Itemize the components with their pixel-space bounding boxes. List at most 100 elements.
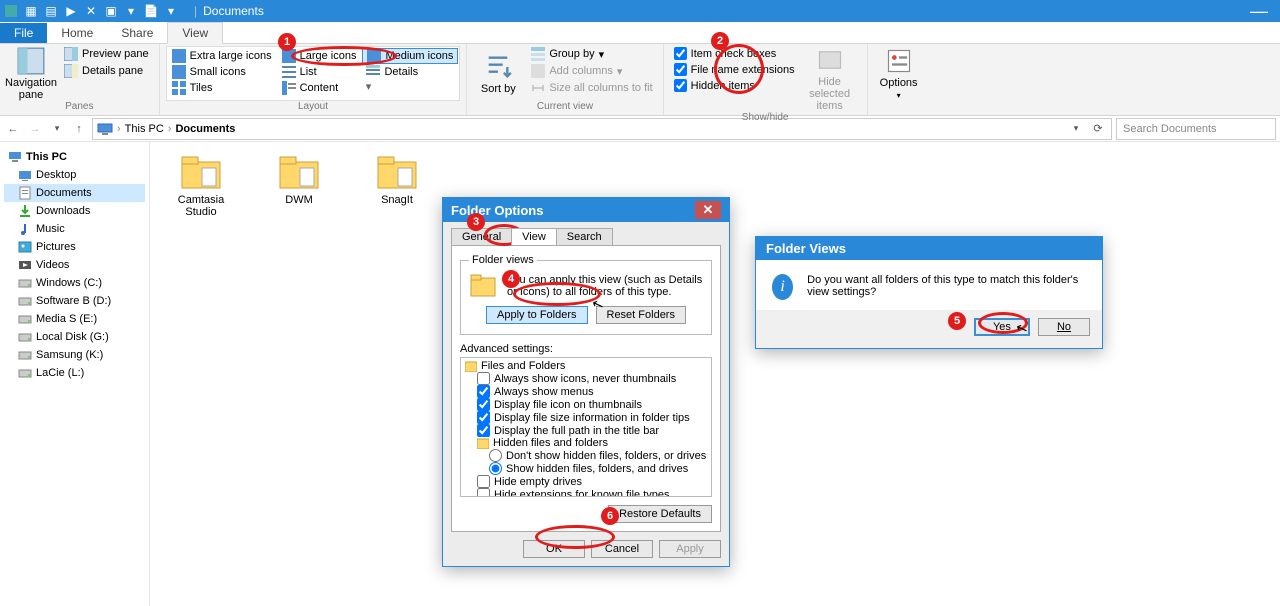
folder-options-tab-general[interactable]: General [451, 228, 512, 245]
layout-gallery[interactable]: Extra large icons Large icons Medium ico… [166, 46, 461, 101]
add-columns-label: Add columns [549, 65, 613, 77]
window-minimize[interactable]: — [1250, 1, 1276, 22]
nav-up-button[interactable]: ↑ [70, 120, 88, 138]
tab-share[interactable]: Share [107, 23, 167, 43]
tree-item-downloads[interactable]: Downloads [4, 202, 145, 220]
hidden-items-toggle[interactable]: Hidden items [670, 78, 799, 93]
cancel-button[interactable]: Cancel [591, 540, 653, 558]
adv-don-t-show-hidden-files-folder[interactable]: Don't show hidden files, folders, or dri… [465, 449, 707, 462]
file-extensions-toggle[interactable]: File name extensions [670, 62, 799, 77]
details-pane-button[interactable]: Details pane [60, 63, 153, 79]
group-by-label: Group by [549, 48, 594, 60]
adv-always-show-menus[interactable]: Always show menus [465, 385, 707, 398]
crumb-this-pc[interactable]: This PC [125, 123, 164, 135]
folder-options-dialog: Folder Options ✕ General View Search Fol… [442, 197, 730, 567]
confirm-no-button[interactable]: No [1038, 318, 1090, 336]
path-dd[interactable]: ▾ [1067, 120, 1085, 138]
folder-options-close[interactable]: ✕ [695, 201, 721, 219]
qat-apps-icon[interactable]: ▦ [24, 4, 38, 18]
tab-view[interactable]: View [167, 22, 223, 44]
reset-folders-button[interactable]: Reset Folders [596, 306, 686, 324]
advanced-settings-list[interactable]: Files and Folders Always show icons, nev… [460, 357, 712, 497]
navigation-pane-button[interactable]: Navigation pane [6, 46, 56, 101]
layout-lg-label: Large icons [300, 50, 357, 62]
tree-item-videos[interactable]: Videos [4, 256, 145, 274]
tree-item-pictures[interactable]: Pictures [4, 238, 145, 256]
adv-display-file-icon-on-thumbnail[interactable]: Display file icon on thumbnails [465, 398, 707, 411]
adv-show-hidden-files-folders-and-[interactable]: Show hidden files, folders, and drives [465, 462, 707, 475]
restore-defaults-button[interactable]: Restore Defaults [608, 505, 712, 523]
folder-snagit[interactable]: SnagIt [362, 154, 432, 218]
adv-hidden-files-and-folders[interactable]: Hidden files and folders [465, 437, 707, 449]
folder-views-confirm-dialog: Folder Views i Do you want all folders o… [755, 236, 1103, 349]
ok-button[interactable]: OK [523, 540, 585, 558]
apply-button: Apply [659, 540, 721, 558]
sort-by-label: Sort by [481, 83, 516, 95]
apply-to-folders-button[interactable]: Apply to Folders [486, 306, 587, 324]
folder-options-tab-view[interactable]: View [511, 228, 557, 245]
layout-large-icons[interactable]: Large icons [278, 48, 361, 64]
tab-home[interactable]: Home [47, 23, 107, 43]
ext-label: File name extensions [691, 64, 795, 76]
nav-back-button[interactable]: ← [4, 120, 22, 138]
tree-item-desktop[interactable]: Desktop [4, 166, 145, 184]
adv-display-file-size-information-[interactable]: Display file size information in folder … [465, 411, 707, 424]
folder-camtasia-studio[interactable]: Camtasia Studio [166, 154, 236, 218]
confirm-text: Do you want all folders of this type to … [807, 274, 1086, 298]
tab-file[interactable]: File [0, 23, 47, 43]
qat-close-icon[interactable]: ✕ [84, 4, 98, 18]
sort-by-button[interactable]: Sort by [473, 46, 523, 101]
ribbon: Navigation pane Preview pane Details pan… [0, 44, 1280, 116]
size-columns-label: Size all columns to fit [549, 82, 652, 94]
adv-hide-extensions-for-known-file[interactable]: Hide extensions for known file types [465, 488, 707, 497]
confirm-title: Folder Views [756, 237, 1102, 260]
group-by-button[interactable]: Group by ▾ [527, 46, 656, 62]
crumb-documents[interactable]: Documents [175, 123, 235, 135]
breadcrumb[interactable]: › This PC › Documents ▾ ⟳ [92, 118, 1112, 140]
tree-item-music[interactable]: Music [4, 220, 145, 238]
tree-item-media-s-e-[interactable]: Media S (E:) [4, 310, 145, 328]
adv-display-the-full-path-in-the-t[interactable]: Display the full path in the title bar [465, 424, 707, 437]
layout-extra-large-icons[interactable]: Extra large icons [168, 48, 276, 64]
folder-options-tab-search[interactable]: Search [556, 228, 613, 245]
layout-list[interactable]: List [278, 64, 361, 80]
refresh-button[interactable]: ⟳ [1089, 120, 1107, 138]
qat-more-icon[interactable]: ▾ [124, 4, 138, 18]
qat-play-icon[interactable]: ▶ [64, 4, 78, 18]
nav-recent-dd[interactable]: ▾ [48, 120, 66, 138]
layout-medium-icons[interactable]: Medium icons [362, 48, 458, 64]
tree-item-windows-c-[interactable]: Windows (C:) [4, 274, 145, 292]
nav-tree[interactable]: This PC DesktopDocumentsDownloadsMusicPi… [0, 142, 150, 606]
layout-xl-label: Extra large icons [190, 50, 272, 62]
item-check-boxes-toggle[interactable]: Item check boxes [670, 46, 799, 61]
qat-new-icon[interactable]: 📄 [144, 4, 158, 18]
qat-props-icon[interactable]: ▤ [44, 4, 58, 18]
options-button[interactable]: Options ▾ [874, 46, 924, 101]
search-placeholder: Search Documents [1123, 123, 1217, 135]
folder-options-title: Folder Options [451, 203, 543, 218]
nav-forward-button[interactable]: → [26, 120, 44, 138]
folder-views-legend: Folder views [469, 254, 537, 266]
qat-folder-icon[interactable]: ▣ [104, 4, 118, 18]
layout-content[interactable]: Content [278, 80, 361, 96]
tree-item-samsung-k-[interactable]: Samsung (K:) [4, 346, 145, 364]
search-box[interactable]: Search Documents [1116, 118, 1276, 140]
tree-item-software-b-d-[interactable]: Software B (D:) [4, 292, 145, 310]
adv-always-show-icons-never-thumbn[interactable]: Always show icons, never thumbnails [465, 372, 707, 385]
window-title: Documents [203, 4, 264, 18]
preview-pane-button[interactable]: Preview pane [60, 46, 153, 62]
folder-dwm[interactable]: DWM [264, 154, 334, 218]
adv-hide-empty-drives[interactable]: Hide empty drives [465, 475, 707, 488]
tree-item-lacie-l-[interactable]: LaCie (L:) [4, 364, 145, 382]
tree-this-pc[interactable]: This PC [4, 148, 145, 166]
group-showhide-label: Show/hide [670, 112, 861, 124]
layout-tiles[interactable]: Tiles [168, 80, 276, 96]
win-menu-icon[interactable] [4, 4, 18, 18]
layout-gallery-more[interactable]: ▾ [362, 80, 374, 96]
layout-details[interactable]: Details [362, 64, 458, 80]
layout-small-icons[interactable]: Small icons [168, 64, 276, 80]
tree-item-local-disk-g-[interactable]: Local Disk (G:) [4, 328, 145, 346]
tree-item-documents[interactable]: Documents [4, 184, 145, 202]
confirm-yes-button[interactable]: Yes [974, 318, 1030, 336]
qat-dd-icon[interactable]: ▾ [164, 4, 178, 18]
